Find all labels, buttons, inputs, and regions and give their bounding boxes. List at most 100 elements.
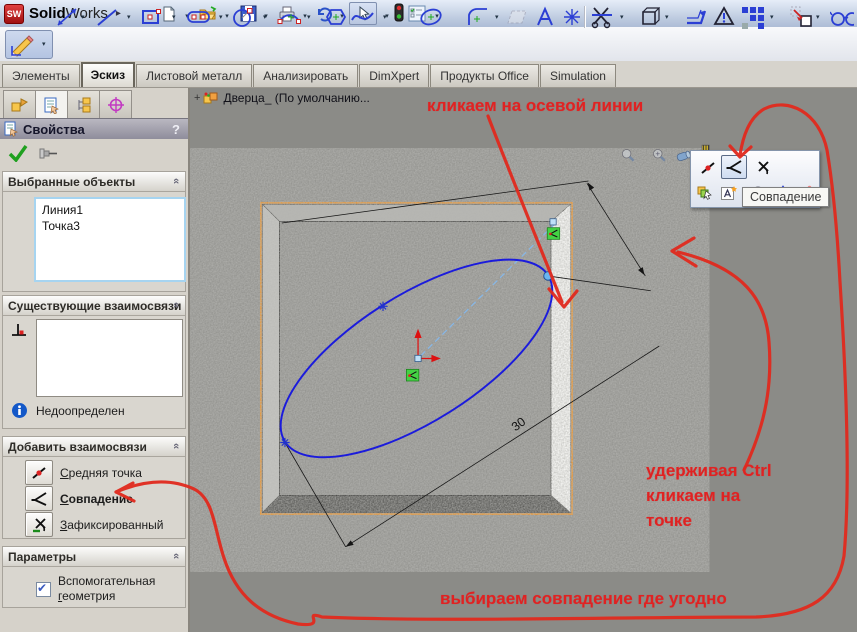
plane-icon[interactable] [506, 5, 530, 29]
ellipse-icon[interactable] [418, 5, 442, 29]
tab-simulation[interactable]: Simulation [540, 64, 616, 87]
annotation-click-axis: кликаем на осевой линии [427, 93, 643, 118]
construction-geometry-checkbox[interactable] [36, 582, 51, 597]
coincident-tooltip: Совпадение [742, 187, 829, 207]
move-entities-icon[interactable] [788, 5, 812, 29]
line-dropdown[interactable]: ▾ [127, 13, 131, 21]
pattern-dropdown[interactable]: ▾ [770, 13, 774, 21]
convert-dropdown[interactable]: ▾ [665, 13, 669, 21]
slot-dropdown[interactable]: ▾ [219, 13, 223, 21]
list-item[interactable]: Точка3 [41, 218, 184, 234]
solidworks-logo-icon: SW [4, 4, 24, 24]
move-dropdown[interactable]: ▾ [816, 13, 820, 21]
midpoint-relation-icon[interactable] [25, 460, 53, 485]
circle-icon[interactable] [232, 5, 256, 29]
feature-manager-tab[interactable] [3, 90, 36, 118]
sketch-toolbar [0, 27, 857, 62]
relation-badge[interactable] [547, 228, 559, 240]
dimxpert-manager-tab[interactable] [99, 90, 132, 118]
polygon-icon[interactable] [324, 5, 348, 29]
tab-elements[interactable]: Элементы [2, 64, 80, 87]
tab-evaluate[interactable]: Анализировать [253, 64, 358, 87]
solidworks-window: SW SolidWorks ▸ ▾ ▾ ▾ ▾ ▾ ▾ ▾ ▾ ▾ ▾ ▾ ▾ … [0, 0, 857, 632]
tree-expand-toggle[interactable]: + [194, 92, 200, 104]
construction-geometry-label[interactable]: Вспомогательная геометрия [58, 574, 155, 604]
coincident-relation-label[interactable]: Совпадение [60, 492, 133, 506]
fillet-dropdown[interactable]: ▾ [495, 13, 499, 21]
fixed-relation-icon[interactable] [25, 512, 53, 537]
sketch-pencil-button[interactable]: ▾ [5, 30, 53, 59]
spline-icon[interactable] [350, 5, 374, 29]
coincident-relation-icon[interactable] [25, 486, 53, 511]
midpoint-relation-label[interactable]: Средняя точка [60, 466, 142, 480]
perpendicular-relation-icon [10, 322, 28, 344]
convert-entities-icon[interactable] [636, 5, 660, 29]
centerpoint-arc-icon[interactable] [277, 5, 301, 29]
collapse-chevron-icon[interactable] [170, 443, 182, 449]
offset-entities-icon[interactable] [684, 5, 708, 29]
tree-item-label[interactable]: Дверца_ (По умолчанию... [223, 91, 369, 105]
property-manager-panel: Свойства ? Выбранные объекты Линия1 Точк… [0, 88, 190, 632]
list-item[interactable]: Линия1 [41, 202, 184, 218]
popup-select-copy-icon[interactable] [693, 182, 717, 204]
fixed-relation-row[interactable]: Зафиксированный [25, 512, 163, 537]
annotation-choose-coincident: выбираем совпадение где угодно [440, 586, 727, 611]
ok-check-icon[interactable] [8, 144, 28, 167]
sketch-fillet-icon[interactable] [466, 5, 490, 29]
straight-slot-icon[interactable] [186, 5, 210, 29]
help-icon[interactable]: ? [172, 122, 180, 137]
display-relations-icon[interactable] [830, 5, 854, 29]
property-manager-tab[interactable] [35, 90, 68, 118]
configuration-manager-tab[interactable] [67, 90, 100, 118]
relation-badge[interactable] [406, 369, 418, 381]
linear-pattern-icon[interactable] [740, 5, 764, 29]
feature-tree-item[interactable]: + Дверца_ (По умолчанию... [194, 90, 370, 105]
endpoint-handle[interactable] [550, 219, 556, 225]
trim-dropdown[interactable]: ▾ [620, 13, 624, 21]
collapse-chevron-icon[interactable] [170, 178, 182, 184]
corner-rectangle-icon[interactable] [140, 5, 164, 29]
tab-sketch[interactable]: Эскиз [81, 62, 136, 87]
construction-geometry-row[interactable]: Вспомогательная геометрия [36, 574, 155, 604]
fixed-relation-label[interactable]: Зафиксированный [60, 518, 163, 532]
popup-fixed-icon[interactable] [751, 157, 775, 179]
rectangle-dropdown[interactable]: ▾ [172, 13, 176, 21]
popup-coincident-icon[interactable] [721, 155, 747, 179]
tab-dimxpert[interactable]: DimXpert [359, 64, 429, 87]
trim-entities-icon[interactable] [590, 5, 614, 29]
status-row: Недоопределен [11, 402, 125, 419]
selected-objects-listbox[interactable]: Линия1 Точка3 [34, 197, 186, 282]
command-manager-tabs: Элементы Эскиз Листовой металл Анализиро… [0, 61, 857, 88]
circle-dropdown[interactable]: ▾ [263, 13, 267, 21]
smart-dimension-icon[interactable] [55, 5, 79, 29]
panel-title: Свойства [23, 122, 85, 137]
add-relations-header[interactable]: Добавить взаимосвязи [3, 437, 185, 457]
parameters-header[interactable]: Параметры [3, 547, 185, 567]
definition-status: Недоопределен [36, 404, 125, 418]
midpoint-handle[interactable] [415, 355, 421, 361]
parameters-section: Параметры Вспомогательная геометрия [2, 546, 186, 608]
collapse-chevron-icon[interactable] [170, 553, 182, 559]
existing-relations-listbox[interactable] [36, 319, 183, 397]
midpoint-relation-row[interactable]: Средняя точка [25, 460, 142, 485]
text-icon[interactable] [533, 5, 557, 29]
pushpin-icon[interactable] [38, 145, 60, 167]
existing-relations-section: Существующие взаимосвязи Недоопределен [2, 295, 186, 429]
line-icon[interactable] [95, 5, 119, 29]
popup-annotation-icon[interactable] [717, 182, 741, 204]
tab-office-products[interactable]: Продукты Office [430, 64, 539, 87]
annotation-ctrl-click: удерживая Ctrl кликаем на точке [646, 458, 772, 533]
collapse-chevron-icon[interactable] [170, 302, 182, 308]
spline-dropdown[interactable]: ▾ [383, 13, 387, 21]
arc-dropdown[interactable]: ▾ [307, 13, 311, 21]
selected-objects-header[interactable]: Выбранные объекты [3, 172, 185, 192]
dimension-dropdown[interactable]: ▾ [81, 13, 85, 21]
sketch-alert-icon[interactable] [712, 5, 736, 29]
existing-relations-header[interactable]: Существующие взаимосвязи [3, 296, 185, 316]
tab-sheet-metal[interactable]: Листовой металл [136, 64, 252, 87]
point-icon[interactable] [560, 5, 584, 29]
property-manager-header: Свойства ? [0, 118, 188, 139]
popup-midpoint-icon[interactable] [696, 157, 720, 179]
ellipse-major-point[interactable] [544, 272, 553, 281]
coincident-relation-row[interactable]: Совпадение [25, 486, 133, 511]
